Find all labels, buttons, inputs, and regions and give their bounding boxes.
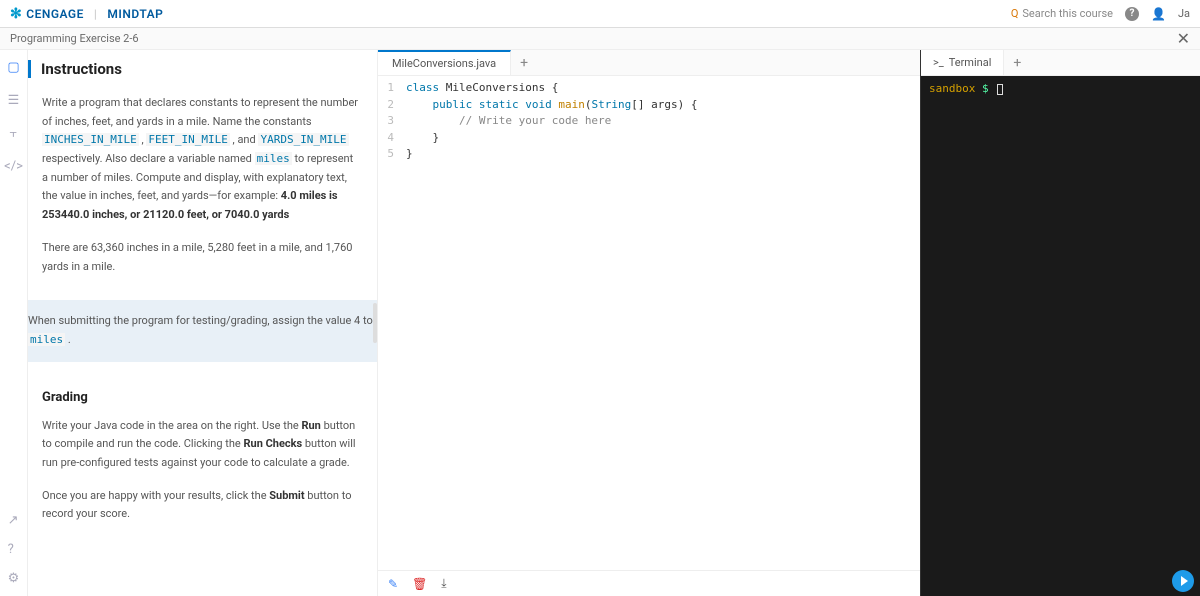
edit-icon[interactable]: ✎ xyxy=(388,577,398,591)
instructions-panel: Instructions Write a program that declar… xyxy=(28,50,378,596)
terminal-icon: >_ xyxy=(933,56,944,69)
top-bar: ✻ CENGAGE | MINDTAP Q Search this course… xyxy=(0,0,1200,28)
code-feet: FEET_IN_MILE xyxy=(146,133,229,146)
code-icon[interactable]: </> xyxy=(4,159,23,174)
code-miles: miles xyxy=(255,152,292,165)
sub-header: Programming Exercise 2-6 ✕ xyxy=(0,28,1200,50)
run-button[interactable] xyxy=(1172,570,1194,592)
instructions-p2: There are 63,360 inches in a mile, 5,280… xyxy=(42,239,359,276)
terminal-prompt-dollar: $ xyxy=(982,82,989,95)
terminal-tab[interactable]: >_ Terminal xyxy=(921,50,1004,75)
brand-mindtap: MINDTAP xyxy=(107,7,163,21)
terminal-cursor xyxy=(997,84,1003,95)
brand-divider: | xyxy=(94,7,98,21)
help-icon[interactable]: ? xyxy=(1125,7,1139,21)
line-gutter: 1 2 3 4 5 xyxy=(378,76,400,570)
terminal-column: >_ Terminal + sandbox $ xyxy=(920,50,1200,596)
user-hint: Ja xyxy=(1178,7,1190,20)
code-inches: INCHES_IN_MILE xyxy=(42,133,139,146)
new-terminal-button[interactable]: + xyxy=(1004,50,1030,75)
search-placeholder: Search this course xyxy=(1022,7,1113,20)
code-yards: YARDS_IN_MILE xyxy=(258,133,348,146)
main: ▢ ☰ ⫟ </> ↗ ? ⚙ Instructions Write a pro… xyxy=(0,50,1200,596)
brand-star-icon: ✻ xyxy=(10,6,22,22)
share-icon[interactable]: ↗ xyxy=(8,513,20,528)
instructions-p1: Write a program that declares constants … xyxy=(42,94,359,225)
brand: ✻ CENGAGE | MINDTAP xyxy=(10,6,163,22)
file-tab[interactable]: MileConversions.java xyxy=(378,50,511,75)
grading-p1: Write your Java code in the area on the … xyxy=(42,417,359,473)
chart-icon[interactable]: ⫟ xyxy=(10,126,18,141)
note-code: miles xyxy=(28,333,65,346)
top-right: Q Search this course ? 👤 Ja xyxy=(1011,7,1190,21)
user-icon[interactable]: 👤 xyxy=(1151,7,1166,21)
terminal-prompt-label: sandbox xyxy=(929,82,975,95)
grading-p2: Once you are happy with your results, cl… xyxy=(42,487,359,524)
code-editor[interactable]: 1 2 3 4 5 class MileConversions { public… xyxy=(378,76,920,570)
resize-handle[interactable] xyxy=(373,303,377,343)
brand-cengage: CENGAGE xyxy=(26,7,84,21)
left-rail: ▢ ☰ ⫟ </> ↗ ? ⚙ xyxy=(0,50,28,596)
note-box: When submitting the program for testing/… xyxy=(28,300,378,361)
editor-tabs: MileConversions.java + xyxy=(378,50,920,76)
search-icon: Q xyxy=(1011,7,1019,20)
close-icon[interactable]: ✕ xyxy=(1177,29,1190,48)
list-icon[interactable]: ☰ xyxy=(8,93,20,108)
book-icon[interactable]: ▢ xyxy=(7,60,19,75)
gear-icon[interactable]: ⚙ xyxy=(8,571,20,586)
search-area[interactable]: Q Search this course xyxy=(1011,7,1113,20)
editor-footer: ✎ 🗑 ⤓ xyxy=(378,570,920,596)
delete-icon[interactable]: 🗑 xyxy=(412,577,427,591)
terminal-tabs: >_ Terminal + xyxy=(921,50,1200,76)
code-body[interactable]: class MileConversions { public static vo… xyxy=(400,76,920,570)
exercise-title: Programming Exercise 2-6 xyxy=(10,32,139,45)
grading-heading: Grading xyxy=(42,390,359,405)
question-icon[interactable]: ? xyxy=(8,542,20,557)
new-tab-button[interactable]: + xyxy=(511,50,537,75)
terminal-body[interactable]: sandbox $ xyxy=(921,76,1200,596)
download-icon[interactable]: ⤓ xyxy=(441,576,446,591)
editor-column: MileConversions.java + 1 2 3 4 5 class M… xyxy=(378,50,920,596)
instructions-heading: Instructions xyxy=(28,60,359,78)
